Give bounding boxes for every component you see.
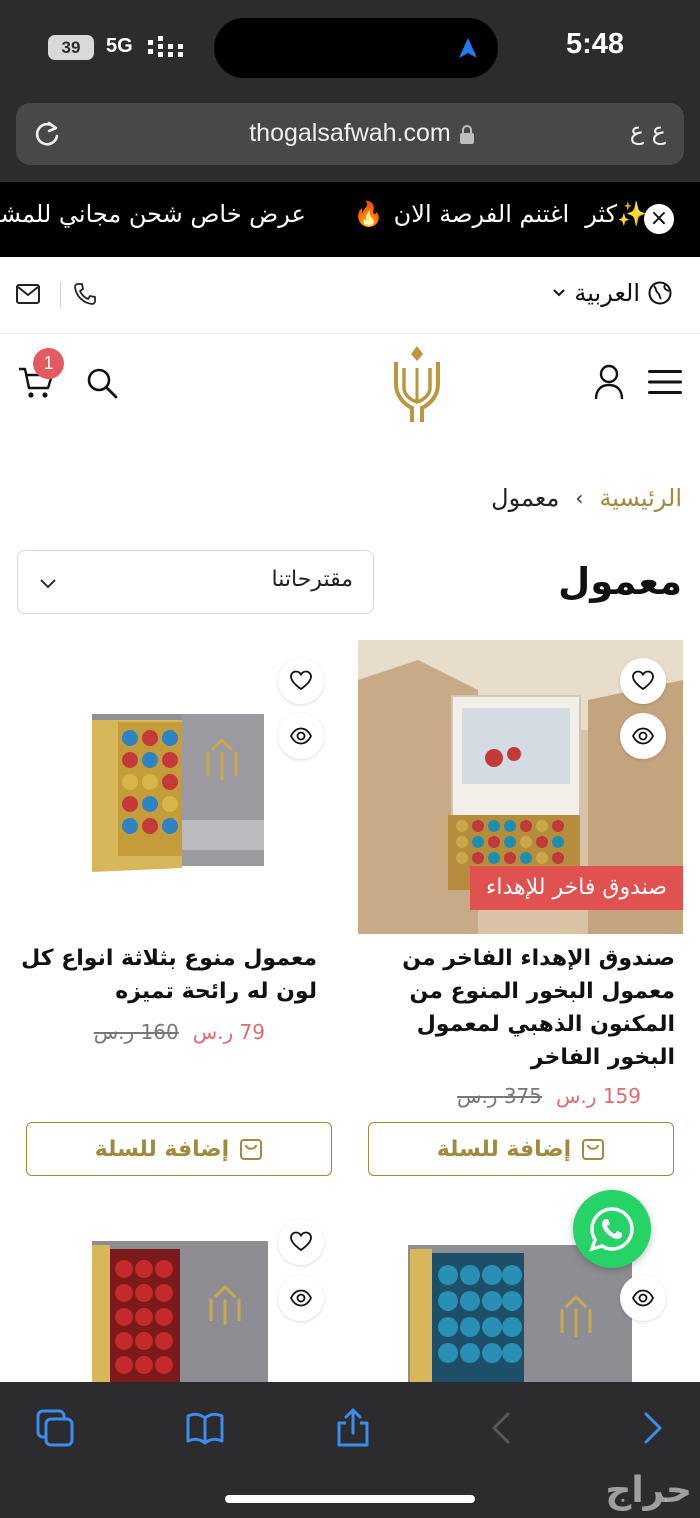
product-image[interactable] — [0, 1205, 325, 1385]
product-photo-maamoul-box — [0, 640, 325, 934]
announcement-text-2: اغتنم الفرصة الان — [393, 200, 570, 228]
address-bar[interactable]: thogalsafwah.com ع ع — [16, 103, 684, 165]
eye-icon — [290, 727, 312, 745]
product-image[interactable] — [0, 640, 325, 934]
browser-toolbar: حراج — [0, 1382, 700, 1518]
product-title[interactable]: معمول منوع بثلاثة انواع كل لون له رائحة … — [17, 942, 317, 1008]
product-card[interactable]: صندوق فاخر للإهداء صندوق الإهداء الفاخر … — [358, 640, 683, 1180]
current-price: 79 ر.س — [192, 1020, 265, 1044]
product-card[interactable] — [0, 1205, 325, 1385]
whatsapp-icon — [589, 1207, 634, 1252]
breadcrumb-home-link[interactable]: الرئيسية — [599, 484, 682, 512]
close-announcement-button[interactable]: × — [644, 204, 674, 234]
eye-icon — [632, 1289, 654, 1307]
wishlist-button[interactable] — [278, 1219, 324, 1265]
original-price: 160 ر.س — [93, 1020, 179, 1044]
eye-icon — [290, 1289, 312, 1307]
add-to-cart-button[interactable]: إضافة للسلة — [368, 1122, 674, 1176]
quick-view-button[interactable] — [278, 1275, 324, 1321]
location-arrow-icon — [459, 38, 477, 58]
shopping-bag-icon — [240, 1139, 263, 1160]
product-title[interactable]: صندوق الإهداء الفاخر من معمول البخور الم… — [375, 942, 675, 1074]
promo-badge: صندوق فاخر للإهداء — [470, 866, 683, 910]
forward-icon[interactable] — [632, 1408, 672, 1448]
watermark-logo: حراج — [605, 1470, 692, 1511]
price-row: 79 ر.س 160 ر.س — [94, 1020, 265, 1044]
announcement-text-3: عرض خاص شحن مجاني للمشتريات — [0, 200, 306, 228]
product-photo-red-maamoul-box — [0, 1205, 325, 1385]
quick-view-button[interactable] — [620, 713, 666, 759]
site-header: 1 — [0, 334, 700, 444]
network-label: 5G — [106, 35, 133, 57]
announcement-text-1: كثر — [585, 200, 618, 228]
tabs-icon[interactable] — [35, 1408, 75, 1448]
home-indicator[interactable] — [225, 1495, 475, 1503]
contact-bar: العربية — [0, 257, 700, 334]
quick-view-button[interactable] — [620, 1275, 666, 1321]
phone-icon[interactable] — [73, 282, 97, 306]
original-price: 375 ر.س — [457, 1084, 543, 1108]
chevron-down-icon — [553, 289, 566, 297]
add-to-cart-button[interactable]: إضافة للسلة — [26, 1122, 332, 1176]
heart-icon — [290, 1231, 312, 1252]
product-image[interactable]: صندوق فاخر للإهداء — [358, 640, 683, 934]
eye-icon — [632, 727, 654, 745]
bookmarks-icon[interactable] — [185, 1408, 225, 1448]
back-icon[interactable] — [482, 1408, 522, 1448]
breadcrumb-current: معمول — [491, 484, 560, 512]
whatsapp-chat-button[interactable] — [573, 1190, 651, 1268]
battery-indicator: 39 — [48, 35, 94, 60]
breadcrumb-separator: › — [575, 486, 584, 510]
cart-count-badge: 1 — [33, 348, 64, 379]
page-title: معمول — [558, 560, 682, 603]
reader-mode-button[interactable]: ع ع — [630, 117, 666, 145]
shopping-bag-icon — [582, 1139, 605, 1160]
quick-view-button[interactable] — [278, 713, 324, 759]
heart-icon — [290, 670, 312, 691]
wishlist-button[interactable] — [278, 658, 324, 704]
brand-logo[interactable] — [392, 344, 442, 424]
add-to-cart-label: إضافة للسلة — [94, 1136, 230, 1162]
chevron-down-icon — [40, 579, 56, 589]
sort-selected-value: مقترحاتنا — [271, 567, 353, 592]
divider — [60, 282, 61, 308]
mail-icon[interactable] — [16, 284, 40, 304]
sort-select[interactable]: مقترحاتنا — [17, 550, 374, 614]
browser-address-area: thogalsafwah.com ع ع — [0, 95, 700, 182]
fire-icon: 🔥 — [353, 200, 384, 228]
status-bar: 39 5G 5:48 — [0, 0, 700, 95]
heart-icon — [632, 670, 654, 691]
share-icon[interactable] — [333, 1408, 373, 1448]
status-time: 5:48 — [565, 28, 624, 60]
language-selector[interactable]: العربية — [552, 279, 672, 307]
current-price: 159 ر.س — [556, 1084, 641, 1108]
language-label: العربية — [574, 279, 640, 307]
user-icon[interactable] — [594, 364, 624, 400]
breadcrumb: الرئيسية › معمول — [491, 484, 682, 512]
signal-icon — [148, 36, 183, 57]
product-card[interactable]: معمول منوع بثلاثة انواع كل لون له رائحة … — [0, 640, 332, 1180]
search-icon[interactable] — [86, 367, 118, 399]
price-row: 159 ر.س 375 ر.س — [457, 1084, 641, 1108]
announcement-sparkle: ✨ — [617, 200, 647, 228]
lock-icon — [460, 125, 474, 144]
announcement-marquee: ✨ كثر اغتنم الفرصة الان 🔥 عرض خاص شحن مج… — [0, 200, 647, 228]
add-to-cart-label: إضافة للسلة — [436, 1136, 572, 1162]
url-text: thogalsafwah.com — [249, 119, 451, 147]
hamburger-menu-icon[interactable] — [648, 368, 682, 396]
globe-icon — [648, 281, 672, 305]
wishlist-button[interactable] — [620, 658, 666, 704]
announcement-bar: ✨ كثر اغتنم الفرصة الان 🔥 عرض خاص شحن مج… — [0, 182, 700, 257]
